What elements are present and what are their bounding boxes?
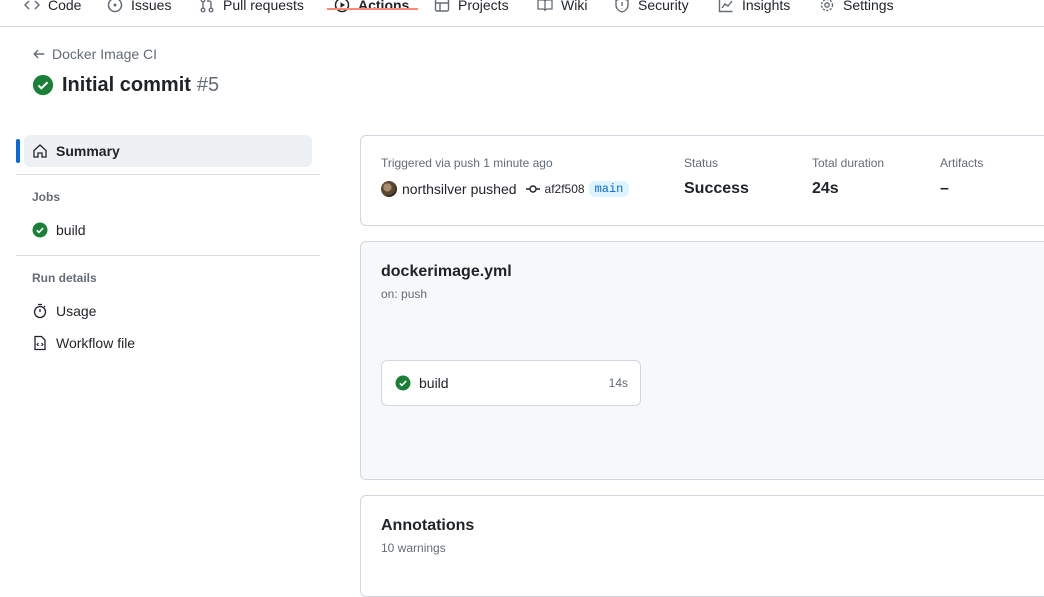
trigger-text: Triggered via push 1 minute ago [381,156,553,170]
sidebar-item-usage[interactable]: Usage [32,301,96,321]
shield-icon [614,0,630,13]
repo-tab-nav: Code Issues Pull requests Actions Projec… [0,0,1044,27]
play-icon [334,0,350,13]
run-title-row: Initial commit #5 [32,72,219,98]
sidebar-item-label: Usage [56,303,97,319]
workflow-graph: dockerimage.yml on: push build 14s [360,241,1044,480]
tab-pull-requests[interactable]: Pull requests [199,0,304,26]
job-duration: 14s [608,376,628,390]
duration-value: 24s [812,180,839,197]
duration-label: Total duration [812,156,885,170]
tab-label: Insights [742,0,791,13]
sidebar-item-label: Workflow file [56,335,136,351]
back-link-label: Docker Image CI [52,46,158,62]
issue-icon [107,0,123,13]
sidebar-item-workflow-file[interactable]: Workflow file [32,333,135,353]
tab-label: Issues [131,0,172,13]
check-circle-icon [32,74,54,96]
tab-label: Settings [843,0,894,13]
tab-actions[interactable]: Actions [334,0,409,26]
push-info: northsilver pushed af2f508 main [381,181,630,197]
annotations-title: Annotations [381,517,475,534]
tab-label: Projects [458,0,509,13]
annotations-count: 10 warnings [381,541,446,555]
arrow-left-icon [33,49,45,59]
code-icon [24,0,40,13]
job-card-build[interactable]: build 14s [381,360,641,406]
pull-request-icon [199,0,215,13]
annotations-card: Annotations 10 warnings [360,495,1044,597]
run-details-heading: Run details [32,271,97,285]
run-summary-card: Triggered via push 1 minute ago northsil… [360,135,1044,226]
book-icon [537,0,553,13]
status-label: Status [684,156,719,170]
active-tab-indicator [327,8,418,10]
tab-wiki[interactable]: Wiki [537,0,587,26]
tab-projects[interactable]: Projects [434,0,509,26]
sidebar-active-marker [16,139,20,163]
status-value: Success [684,180,749,197]
workflow-file-name: dockerimage.yml [381,263,512,280]
gear-icon [819,0,835,13]
tab-security[interactable]: Security [614,0,689,26]
branch-badge[interactable]: main [588,181,630,197]
sidebar-item-summary[interactable]: Summary [24,135,312,167]
graph-icon [718,0,734,13]
home-icon [33,144,47,158]
divider [16,255,320,256]
page-title: Initial commit [62,73,191,96]
commit-sha-link[interactable]: af2f508 [545,182,585,196]
user-link[interactable]: northsilver [402,181,467,197]
jobs-heading: Jobs [32,190,61,204]
tab-label: Pull requests [223,0,304,13]
file-code-icon [34,335,46,351]
job-name: build [419,375,449,391]
check-circle-icon [32,222,48,238]
back-to-workflow-link[interactable]: Docker Image CI [32,45,157,63]
tab-label: Actions [358,0,410,13]
tab-label: Code [48,0,82,13]
tab-code[interactable]: Code [24,0,81,26]
sidebar-item-label: Summary [56,143,120,159]
push-action: pushed [470,181,517,197]
artifacts-label: Artifacts [940,156,984,170]
divider [16,174,320,175]
avatar [381,181,397,197]
run-number: #5 [196,73,220,96]
tab-issues[interactable]: Issues [107,0,171,26]
tab-settings[interactable]: Settings [819,0,894,26]
check-circle-icon [395,375,411,391]
sidebar-item-label: build [56,222,86,238]
workflow-trigger: on: push [381,287,428,301]
tab-insights[interactable]: Insights [718,0,790,26]
git-commit-icon [525,185,540,193]
artifacts-value: – [940,180,949,197]
sidebar-item-build[interactable]: build [32,220,86,240]
tab-label: Security [638,0,689,13]
stopwatch-icon [33,303,47,319]
tab-label: Wiki [561,0,588,13]
table-icon [434,0,450,13]
